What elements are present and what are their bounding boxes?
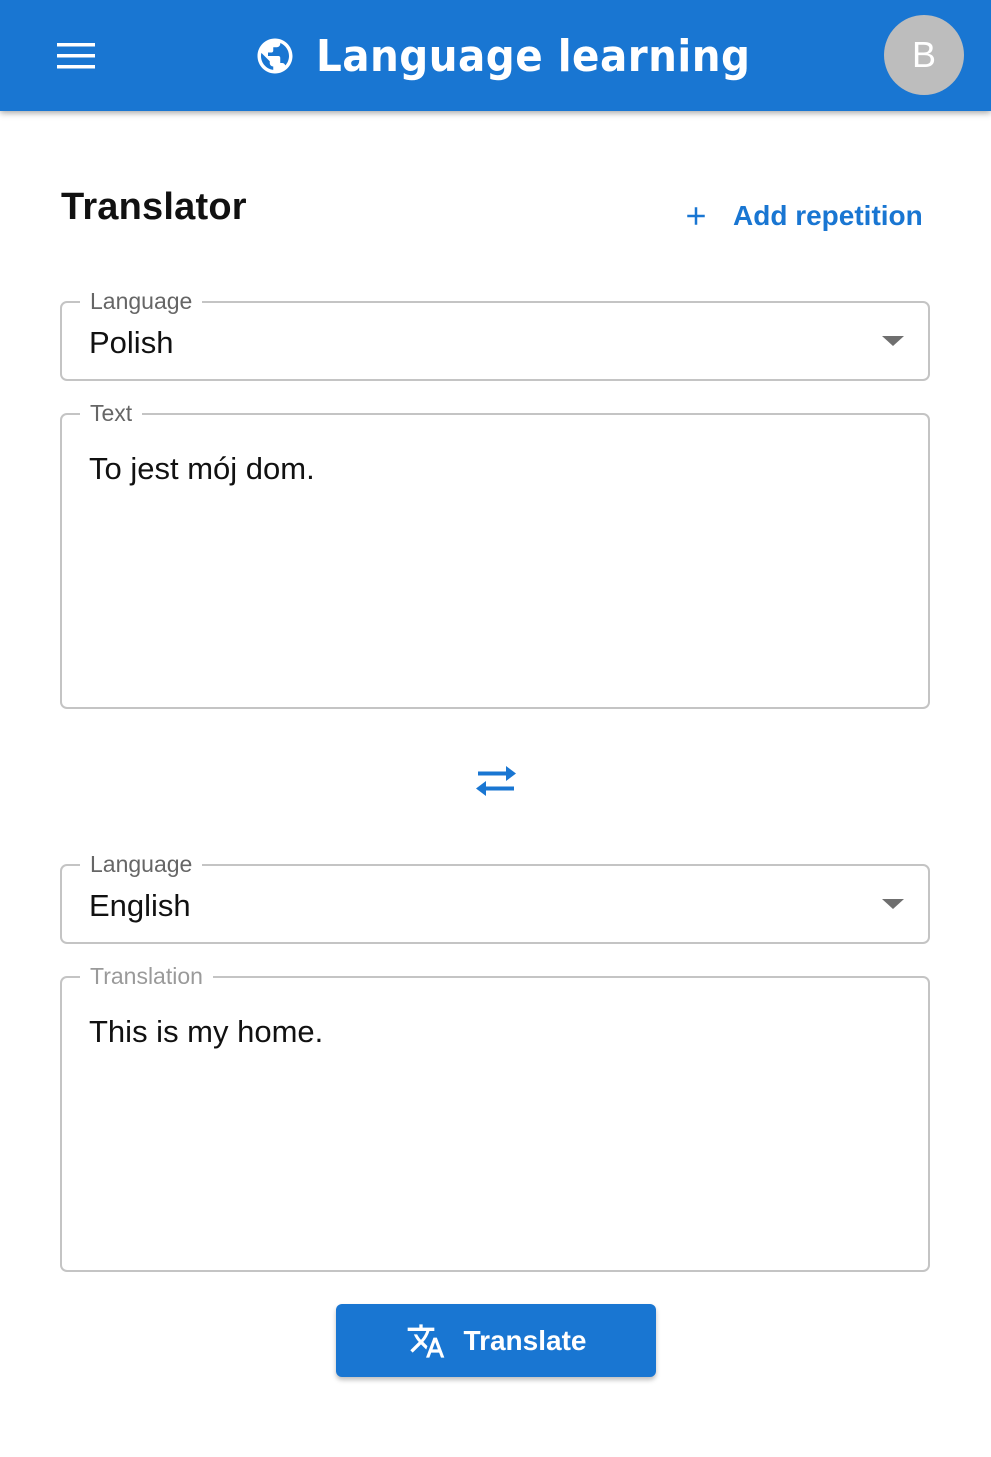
source-language-label: Language (80, 288, 203, 314)
add-repetition-label: Add repetition (733, 200, 923, 231)
plus-icon (687, 207, 705, 225)
translation-field[interactable]: Translation This is my home. (60, 963, 930, 1272)
menu-icon (57, 43, 95, 69)
app-title: Language learning (316, 30, 751, 82)
target-language-value: English (89, 888, 191, 923)
translate-label: Translate (463, 1324, 587, 1356)
caret-down-icon (882, 336, 904, 346)
source-language-select[interactable]: Language Polish (60, 288, 930, 381)
translate-icon (407, 1323, 444, 1358)
translation-label: Translation (80, 963, 213, 989)
caret-down-icon (882, 899, 904, 909)
source-text-field[interactable]: Text To jest mój dom. (60, 400, 930, 709)
swap-icon (476, 766, 516, 796)
source-text-label: Text (80, 400, 143, 426)
app-bar: Language learning B (0, 0, 991, 111)
page-title: Translator (61, 186, 247, 228)
menu-button[interactable] (44, 30, 108, 82)
translation-value: This is my home. (89, 1014, 324, 1049)
app-brand: Language learning (254, 24, 788, 88)
add-repetition-button[interactable]: Add repetition (670, 190, 923, 242)
source-language-value: Polish (89, 325, 174, 360)
globe-icon (257, 38, 293, 74)
source-text-value: To jest mój dom. (89, 451, 315, 486)
avatar[interactable]: B (884, 15, 964, 95)
target-language-select[interactable]: Language English (60, 851, 930, 944)
translate-button[interactable]: Translate (336, 1304, 656, 1377)
swap-languages-button[interactable] (466, 752, 526, 810)
target-language-label: Language (80, 851, 203, 877)
